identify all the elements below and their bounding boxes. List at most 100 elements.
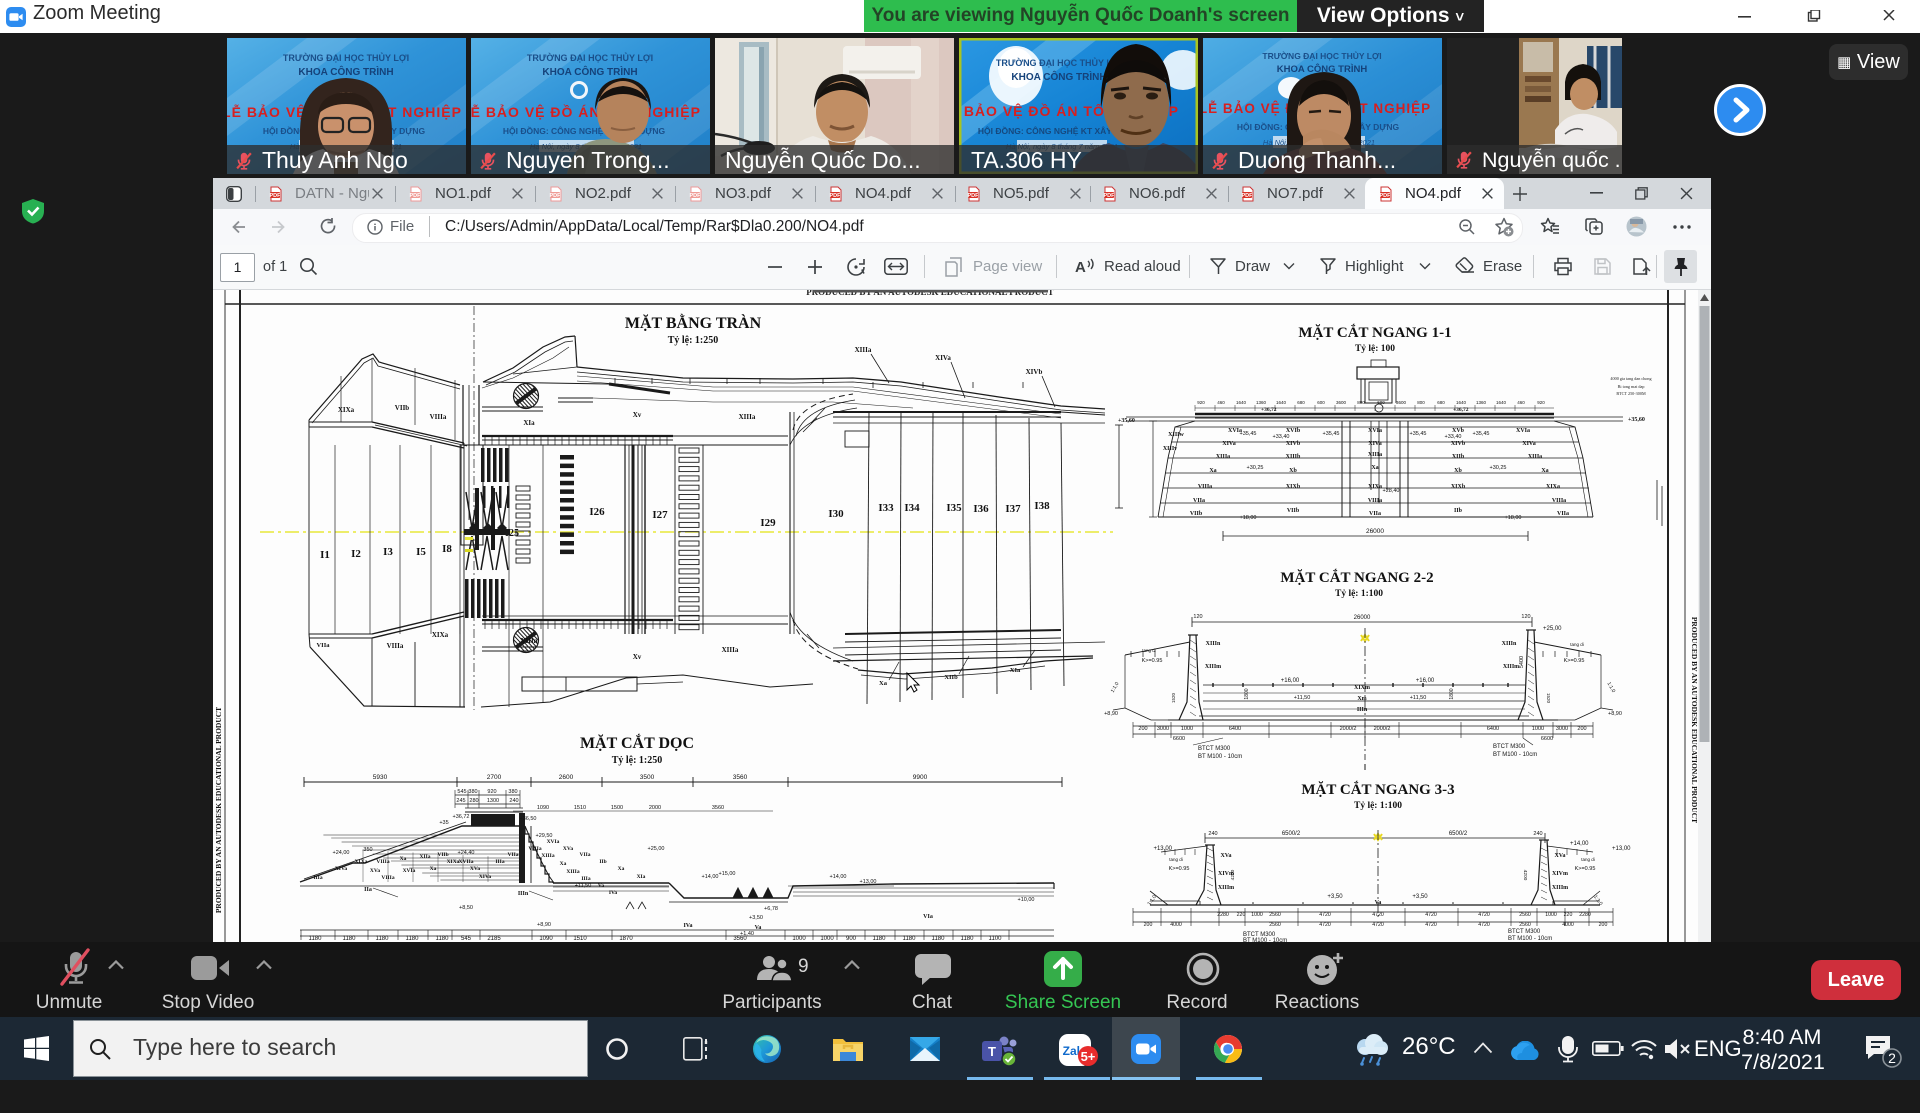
svg-text:+30,25: +30,25 xyxy=(1247,465,1264,471)
svg-text:380: 380 xyxy=(468,789,477,795)
svg-text:+8,90: +8,90 xyxy=(537,922,551,928)
svg-text:2560: 2560 xyxy=(1519,912,1531,918)
svg-text:VIIb: VIIb xyxy=(395,404,410,412)
svg-text:1360: 1360 xyxy=(1476,400,1487,405)
svg-text:240: 240 xyxy=(1208,831,1217,837)
svg-text:Xa: Xa xyxy=(400,856,407,862)
svg-text:I5: I5 xyxy=(416,546,426,558)
svg-text:I30: I30 xyxy=(828,508,844,520)
svg-text:5930: 5930 xyxy=(373,774,388,781)
svg-text:Xa: Xa xyxy=(879,680,888,687)
svg-text:380: 380 xyxy=(508,789,517,795)
svg-text:+14,00: +14,00 xyxy=(1570,841,1589,847)
svg-text:920: 920 xyxy=(1197,400,1205,405)
svg-text:K>=0.95: K>=0.95 xyxy=(1169,866,1190,872)
svg-text:6600: 6600 xyxy=(1173,736,1185,742)
svg-text:XIIIn: XIIIn xyxy=(1206,641,1221,647)
svg-text:Xb: Xb xyxy=(1289,468,1297,474)
svg-text:4000: 4000 xyxy=(1562,922,1574,928)
svg-text:IIIa: IIIa xyxy=(313,875,322,881)
svg-text:XIIIa: XIIIa xyxy=(1528,454,1542,460)
svg-text:+11,50: +11,50 xyxy=(1294,695,1311,701)
svg-text:800: 800 xyxy=(1357,400,1365,405)
svg-text:XVa: XVa xyxy=(1220,853,1231,859)
svg-text:200: 200 xyxy=(1599,922,1608,928)
svg-text:2560: 2560 xyxy=(1519,922,1531,928)
svg-text:2000/2: 2000/2 xyxy=(1340,726,1357,732)
svg-text:VIIa: VIIa xyxy=(507,852,518,858)
svg-text:6400: 6400 xyxy=(1487,726,1499,732)
svg-text:PDF: PDF xyxy=(1104,193,1116,199)
svg-text:2000/2: 2000/2 xyxy=(1374,726,1391,732)
svg-text:460: 460 xyxy=(1217,400,1225,405)
svg-text:2700: 2700 xyxy=(487,774,502,781)
svg-text:4200: 4200 xyxy=(1230,869,1236,880)
svg-text:Xm: Xm xyxy=(1357,696,1366,702)
svg-text:XIXa: XIXa xyxy=(355,859,368,865)
svg-text:Xa: Xa xyxy=(618,866,625,872)
svg-text:240: 240 xyxy=(1533,831,1542,837)
svg-text:2280: 2280 xyxy=(1217,912,1229,918)
svg-text:1000: 1000 xyxy=(1532,726,1544,732)
svg-text:VIa: VIa xyxy=(923,914,933,920)
svg-text:3600: 3600 xyxy=(1336,400,1347,405)
svg-text:PRODUCED BY AN AUTODESK EDUCAT: PRODUCED BY AN AUTODESK EDUCATIONAL PROD… xyxy=(214,707,223,913)
svg-text:2560: 2560 xyxy=(1269,912,1281,918)
svg-text:3500: 3500 xyxy=(640,774,655,781)
svg-text:BTCT 250-300M: BTCT 250-300M xyxy=(1616,391,1646,396)
svg-text:Xa: Xa xyxy=(1541,468,1548,474)
svg-text:Va: Va xyxy=(598,883,604,889)
svg-text:XIIIm: XIIIm xyxy=(1218,885,1234,891)
svg-text:4720: 4720 xyxy=(1478,922,1490,928)
svg-text:1000: 1000 xyxy=(1181,726,1193,732)
svg-text:+16,00: +16,00 xyxy=(1416,678,1435,684)
svg-text:6500/2: 6500/2 xyxy=(1282,831,1301,837)
svg-text:XIVa: XIVa xyxy=(935,354,951,362)
svg-text:K>=0.95: K>=0.95 xyxy=(1564,658,1585,664)
svg-text:+8,90: +8,90 xyxy=(1608,711,1622,717)
svg-text:+35,45: +35,45 xyxy=(1473,431,1490,437)
svg-text:BTCT M300: BTCT M300 xyxy=(1508,929,1541,935)
svg-text:XIIIw: XIIIw xyxy=(1168,432,1184,438)
svg-text:920: 920 xyxy=(487,789,496,795)
svg-text:XIIIb: XIIIb xyxy=(1286,454,1301,460)
svg-text:+36,72: +36,72 xyxy=(453,814,470,820)
svg-text:VIIa: VIIa xyxy=(1193,498,1205,504)
svg-text:Xv: Xv xyxy=(633,411,642,419)
svg-text:I34: I34 xyxy=(904,502,920,514)
svg-text:1640: 1640 xyxy=(1496,400,1507,405)
svg-text:XIIIm: XIIIm xyxy=(1503,664,1519,670)
svg-text:XIIIa: XIIIa xyxy=(1368,452,1382,458)
svg-text:2: 2 xyxy=(1888,1050,1896,1066)
svg-text:XIXa: XIXa xyxy=(1546,484,1560,490)
svg-text:600: 600 xyxy=(1317,400,1325,405)
svg-text:4200: 4200 xyxy=(1522,870,1528,881)
svg-text:I8: I8 xyxy=(442,543,452,555)
svg-text:XIIIv: XIIIv xyxy=(1163,446,1177,452)
svg-text:IVa: IVa xyxy=(683,923,692,929)
svg-text:XIIIa: XIIIa xyxy=(1216,454,1230,460)
svg-text:XIVa: XIVa xyxy=(335,866,348,872)
svg-text:680: 680 xyxy=(1297,400,1305,405)
svg-text:VIIIa: VIIIa xyxy=(430,413,447,421)
svg-text:Va: Va xyxy=(755,925,762,931)
svg-text:KHOA CÔNG TRÌNH: KHOA CÔNG TRÌNH xyxy=(1011,70,1106,83)
svg-text:1520: 1520 xyxy=(1546,693,1551,704)
svg-text:PDF: PDF xyxy=(550,193,562,199)
svg-text:I38: I38 xyxy=(1034,500,1050,512)
svg-text:200: 200 xyxy=(1138,726,1147,732)
svg-text:Xa: Xa xyxy=(1209,468,1216,474)
svg-text:+28,40: +28,40 xyxy=(1383,488,1400,494)
svg-text:T: T xyxy=(988,1044,996,1059)
svg-text:XIIIn: XIIIn xyxy=(520,637,537,645)
svg-text:TRƯỜNG ĐẠI HỌC THỦY LỢI: TRƯỜNG ĐẠI HỌC THỦY LỢI xyxy=(996,57,1122,68)
svg-text:5400: 5400 xyxy=(1519,656,1525,668)
svg-text:PDF: PDF xyxy=(1242,193,1254,199)
svg-text:MẶT CẮT NGANG 3-3: MẶT CẮT NGANG 3-3 xyxy=(1301,781,1454,798)
svg-text:1300: 1300 xyxy=(487,798,499,804)
svg-text:XIXa: XIXa xyxy=(432,631,449,639)
svg-text:XIVb: XIVb xyxy=(1451,441,1466,447)
svg-text:6600: 6600 xyxy=(1541,736,1553,742)
svg-text:XIXb: XIXb xyxy=(1286,484,1301,490)
svg-text:+24,40: +24,40 xyxy=(458,850,475,856)
